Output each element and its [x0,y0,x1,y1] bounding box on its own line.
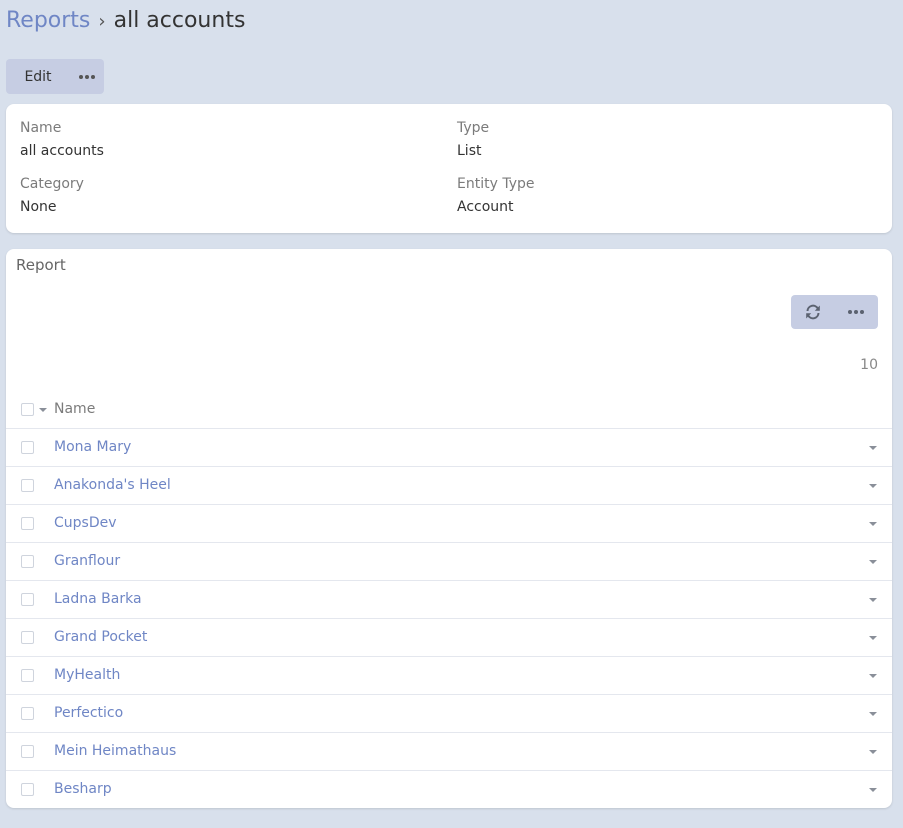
list-row: Grand Pocket [6,619,892,657]
row-menu-caret-icon[interactable] [869,484,877,488]
page-title: all accounts [113,8,246,33]
row-name-link[interactable]: Ladna Barka [54,591,142,607]
report-more-button[interactable] [834,295,877,329]
name-value: all accounts [20,143,104,159]
row-checkbox[interactable] [21,517,34,530]
report-panel: Report 10 Name Mona Mary Anakonda's Heel C… [6,249,892,808]
report-panel-title: Report [16,256,66,274]
row-menu-caret-icon[interactable] [869,788,877,792]
row-name-link[interactable]: Mein Heimathaus [54,743,176,759]
report-toolbar [791,295,878,329]
row-checkbox[interactable] [21,745,34,758]
row-checkbox[interactable] [21,555,34,568]
name-label: Name [20,120,62,136]
details-panel: Name all accounts Type List Category Non… [6,104,892,233]
row-menu-caret-icon[interactable] [869,712,877,716]
row-name-link[interactable]: Grand Pocket [54,629,147,645]
entity-type-label: Entity Type [457,176,535,192]
category-value: None [20,199,57,215]
record-actions: Edit [6,59,104,94]
column-header-name[interactable]: Name [54,401,95,417]
list-row: Ladna Barka [6,581,892,619]
row-name-link[interactable]: CupsDev [54,515,117,531]
row-checkbox[interactable] [21,707,34,720]
select-all-caret-icon[interactable] [39,408,47,412]
row-name-link[interactable]: Mona Mary [54,439,131,455]
list-row: Perfectico [6,695,892,733]
row-name-link[interactable]: Perfectico [54,705,123,721]
refresh-icon [805,304,820,320]
row-checkbox[interactable] [21,593,34,606]
row-name-link[interactable]: Anakonda's Heel [54,477,171,493]
more-actions-button[interactable] [70,59,104,94]
list-row: CupsDev [6,505,892,543]
list-row: Anakonda's Heel [6,467,892,505]
type-label: Type [457,120,490,136]
list-row: Mona Mary [6,429,892,467]
list-header: Name [6,391,892,429]
list-row: Besharp [6,771,892,808]
record-count: 10 [860,357,878,373]
list-row: MyHealth [6,657,892,695]
row-name-link[interactable]: Granflour [54,553,120,569]
ellipsis-icon [79,74,95,79]
category-label: Category [20,176,84,192]
row-name-link[interactable]: MyHealth [54,667,120,683]
breadcrumb-separator: › [98,11,106,32]
edit-button[interactable]: Edit [6,59,70,94]
row-menu-caret-icon[interactable] [869,560,877,564]
row-checkbox[interactable] [21,479,34,492]
row-checkbox[interactable] [21,783,34,796]
row-checkbox[interactable] [21,631,34,644]
row-menu-caret-icon[interactable] [869,674,877,678]
select-all-checkbox[interactable] [21,403,34,416]
type-value: List [457,143,482,159]
row-checkbox[interactable] [21,441,34,454]
row-menu-caret-icon[interactable] [869,522,877,526]
list-rows: Mona Mary Anakonda's Heel CupsDev Granflour… [6,429,892,808]
entity-type-value: Account [457,199,514,215]
breadcrumb: Reports › all accounts [6,6,245,37]
row-menu-caret-icon[interactable] [869,446,877,450]
row-menu-caret-icon[interactable] [869,636,877,640]
list-row: Mein Heimathaus [6,733,892,771]
row-name-link[interactable]: Besharp [54,781,112,797]
list-row: Granflour [6,543,892,581]
breadcrumb-reports-link[interactable]: Reports [6,8,90,33]
row-menu-caret-icon[interactable] [869,598,877,602]
row-checkbox[interactable] [21,669,34,682]
row-menu-caret-icon[interactable] [869,750,877,754]
ellipsis-icon [847,310,864,314]
refresh-button[interactable] [791,295,834,329]
